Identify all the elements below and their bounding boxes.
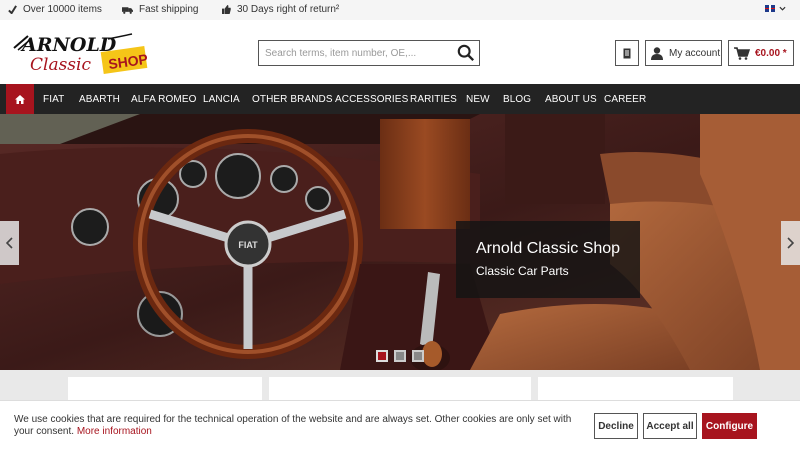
nav-home-button[interactable]	[6, 84, 34, 114]
header: ARNOLD Classic SHOP My account €0.00 *	[0, 20, 800, 84]
search-box	[258, 40, 480, 66]
slider-dots	[376, 350, 424, 362]
arnold-classic-shop-logo[interactable]: ARNOLD Classic SHOP	[12, 30, 152, 78]
chevron-down-icon	[779, 6, 786, 11]
cookie-decline-button[interactable]: Decline	[594, 413, 638, 439]
my-account-label: My account	[669, 47, 721, 59]
cookie-more-information-link[interactable]: More information	[77, 426, 152, 437]
cookie-banner: We use cookies that are required for the…	[0, 400, 800, 450]
thumbs-up-icon	[222, 5, 231, 14]
home-icon	[15, 94, 25, 104]
usp-label: Fast shipping	[139, 4, 199, 15]
nav-item-abarth[interactable]: ABARTH	[79, 94, 120, 105]
nav-item-lancia[interactable]: LANCIA	[203, 94, 240, 105]
cookie-message-wrapper: We use cookies that are required for the…	[14, 414, 574, 438]
usp-label: 30 Days right of return²	[237, 4, 340, 15]
nav-item-about-us[interactable]: ABOUT US	[545, 94, 597, 105]
nav-item-new[interactable]: NEW	[466, 94, 490, 105]
nav-item-fiat[interactable]: FIAT	[43, 94, 64, 105]
hero-subtitle: Classic Car Parts	[476, 264, 569, 278]
check-icon	[8, 5, 17, 14]
hero-caption: Arnold Classic Shop Classic Car Parts	[456, 221, 640, 298]
slider-dot-1[interactable]	[376, 350, 388, 362]
search-icon[interactable]	[457, 44, 475, 62]
uk-flag-icon	[765, 5, 775, 12]
cookie-configure-button[interactable]: Configure	[702, 413, 757, 439]
chevron-right-icon	[787, 237, 794, 249]
shopping-cart-icon	[734, 46, 750, 60]
slider-prev-button[interactable]	[0, 221, 19, 265]
usp-label: Over 10000 items	[23, 4, 102, 15]
nav-item-accessories[interactable]: ACCESSORIES	[335, 94, 408, 105]
chevron-left-icon	[6, 237, 13, 249]
slider-dot-3[interactable]	[412, 350, 424, 362]
user-icon	[651, 46, 663, 60]
cart-total: €0.00 *	[755, 47, 787, 59]
steering-wheel-badge: FIAT	[238, 240, 258, 250]
nav-item-rarities[interactable]: RARITIES	[410, 94, 457, 105]
hero-title: Arnold Classic Shop	[476, 240, 621, 257]
nav-item-alfa-romeo[interactable]: ALFA ROMEO	[131, 94, 196, 105]
notepad-button[interactable]	[615, 40, 639, 66]
cart-button[interactable]: €0.00 *	[728, 40, 794, 66]
usp-items: Over 10000 items	[8, 4, 102, 15]
cookie-accept-all-button[interactable]: Accept all	[643, 413, 697, 439]
my-account-button[interactable]: My account	[645, 40, 722, 66]
nav-item-blog[interactable]: BLOG	[503, 94, 531, 105]
slider-dot-2[interactable]	[394, 350, 406, 362]
hero-image-car-interior: FIAT	[0, 114, 800, 370]
truck-icon	[122, 6, 133, 14]
main-navigation: FIAT ABARTH ALFA ROMEO LANCIA OTHER BRAN…	[0, 84, 800, 114]
slider-next-button[interactable]	[781, 221, 800, 265]
nav-item-career[interactable]: CAREER	[604, 94, 646, 105]
logo-text-classic: Classic	[30, 55, 91, 75]
usp-shipping: Fast shipping	[122, 4, 198, 15]
nav-item-other-brands[interactable]: OTHER BRANDS	[252, 94, 333, 105]
top-bar: Over 10000 items Fast shipping 30 Days r…	[0, 0, 800, 20]
search-input[interactable]	[259, 41, 449, 65]
language-switcher[interactable]	[765, 5, 786, 12]
usp-return: 30 Days right of return²	[222, 4, 339, 15]
hero-slider[interactable]: FIAT Arnold Classic Shop Classic Car Par…	[0, 114, 800, 370]
notepad-icon	[623, 48, 631, 58]
